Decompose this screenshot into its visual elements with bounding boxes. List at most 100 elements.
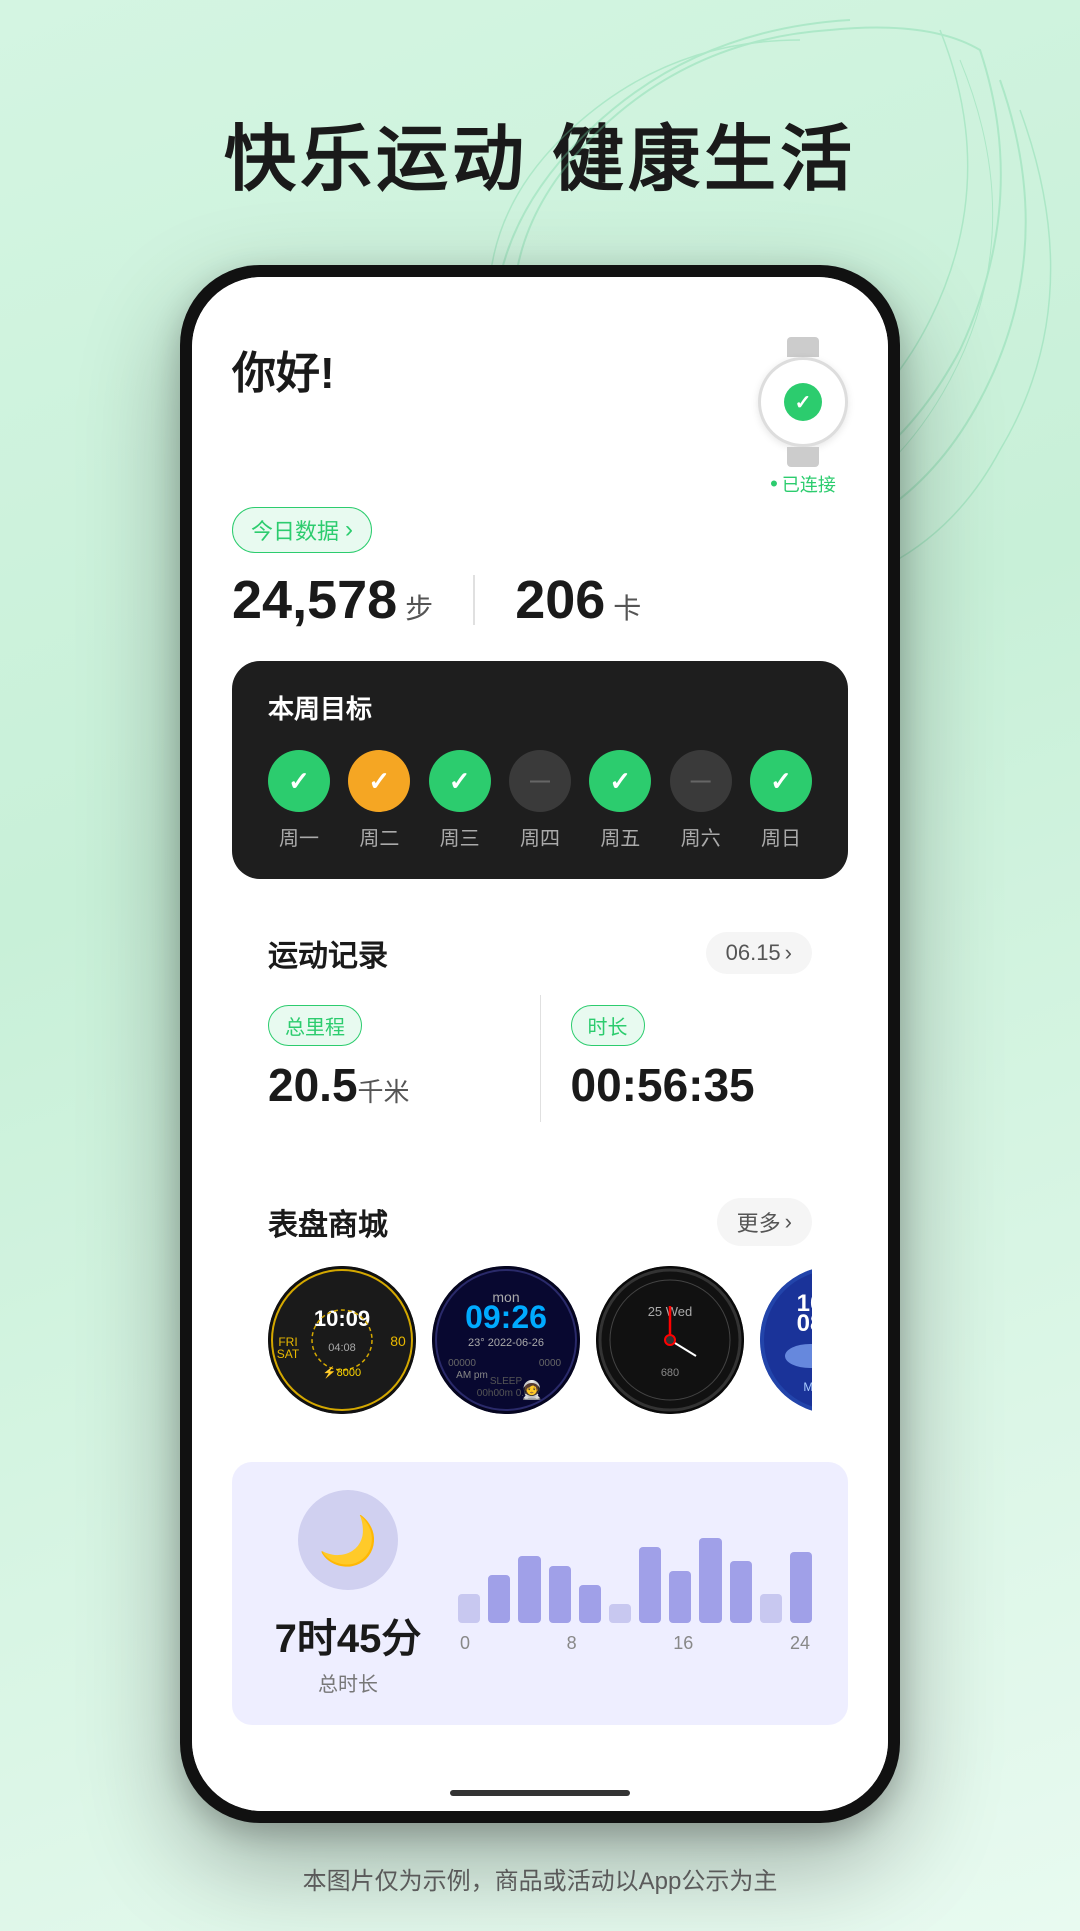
distance-value: 20.5千米 xyxy=(268,1058,510,1112)
watch-face-1-svg: 10:09 FRI SAT 04:08 80 ⚡8000 xyxy=(268,1266,416,1414)
watch-connected-label: 已连接 xyxy=(770,471,836,497)
day-friday-label: 周五 xyxy=(600,822,640,851)
phone-wrapper: 你好! 已连接 今日数据 xyxy=(0,265,1080,1823)
sleep-bar-9 xyxy=(730,1561,752,1622)
phone-mockup: 你好! 已连接 今日数据 xyxy=(180,265,900,1823)
stat-divider xyxy=(473,575,475,625)
duration-label: 时长 xyxy=(571,1005,645,1046)
watch-body xyxy=(758,357,848,447)
watch-face-4[interactable]: 10 08 🚀 MON 08.26 xyxy=(760,1266,812,1414)
days-row: 周一 周二 周三 xyxy=(268,750,812,851)
calories-unit: 卡 xyxy=(613,587,641,627)
day-saturday-circle xyxy=(670,750,732,812)
day-thursday: 周四 xyxy=(509,750,571,851)
svg-text:🧑‍🚀: 🧑‍🚀 xyxy=(521,1379,543,1400)
sleep-bars xyxy=(458,1534,812,1623)
day-thursday-circle xyxy=(509,750,571,812)
watch-check-icon xyxy=(784,383,822,421)
watch-face-2[interactable]: mon 09:26 23° 2022-06-26 00000 0000 AM p… xyxy=(432,1266,580,1414)
svg-text:⚡8000: ⚡8000 xyxy=(323,1366,361,1379)
sleep-bar-7 xyxy=(669,1571,691,1623)
home-bar-line xyxy=(450,1790,630,1796)
exercise-section: 运动记录 06.15 总里程 20.5千米 时长 0 xyxy=(232,903,848,1150)
weekly-title: 本周目标 xyxy=(268,689,812,726)
watch-bottom-strap xyxy=(787,447,819,467)
exercise-title: 运动记录 xyxy=(268,931,388,975)
svg-text:SAT: SAT xyxy=(277,1347,300,1361)
distance-label: 总里程 xyxy=(268,1005,362,1046)
watch-faces-row: 10:09 FRI SAT 04:08 80 ⚡8000 xyxy=(268,1266,812,1414)
day-wednesday-label: 周三 xyxy=(440,822,480,851)
sleep-bar-8 xyxy=(699,1538,721,1623)
store-more[interactable]: 更多 xyxy=(717,1198,812,1246)
day-friday: 周五 xyxy=(589,750,651,851)
watch-face-3-svg: 25 Wed 680 xyxy=(596,1266,744,1414)
steps-stat: 24,578 步 xyxy=(232,569,433,631)
stats-row: 24,578 步 206 卡 xyxy=(232,569,848,631)
watch-widget[interactable]: 已连接 xyxy=(758,337,848,497)
weekly-goals-card: 本周目标 周一 周二 xyxy=(232,661,848,879)
status-bar xyxy=(192,277,888,317)
sleep-bar-11 xyxy=(790,1552,812,1623)
day-tuesday-circle xyxy=(348,750,410,812)
day-wednesday: 周三 xyxy=(429,750,491,851)
sleep-bar-5 xyxy=(609,1604,631,1623)
svg-text:680: 680 xyxy=(661,1367,679,1379)
sleep-bar-2 xyxy=(518,1556,540,1622)
duration-value: 00:56:35 xyxy=(571,1058,813,1112)
calories-value: 206 xyxy=(515,569,605,631)
svg-text:MON 08.26: MON 08.26 xyxy=(803,1380,812,1394)
svg-text:23° 2022-06-26: 23° 2022-06-26 xyxy=(468,1337,544,1349)
svg-text:00000: 00000 xyxy=(448,1358,476,1369)
day-saturday-label: 周六 xyxy=(681,822,721,851)
phone-screen: 你好! 已连接 今日数据 xyxy=(192,277,888,1811)
duration-stat: 时长 00:56:35 xyxy=(571,995,813,1122)
steps-unit: 步 xyxy=(405,587,433,627)
sleep-bar-10 xyxy=(760,1594,782,1622)
today-badge[interactable]: 今日数据 xyxy=(232,507,372,553)
distance-stat: 总里程 20.5千米 xyxy=(268,995,510,1122)
sleep-bar-3 xyxy=(549,1566,571,1623)
exercise-date[interactable]: 06.15 xyxy=(706,932,812,974)
greeting-text: 你好! xyxy=(232,337,335,401)
steps-value: 24,578 xyxy=(232,569,397,631)
watch-face-1[interactable]: 10:09 FRI SAT 04:08 80 ⚡8000 xyxy=(268,1266,416,1414)
svg-text:80: 80 xyxy=(390,1333,406,1349)
sleep-bar-0 xyxy=(458,1594,480,1622)
watch-face-4-svg: 10 08 🚀 MON 08.26 xyxy=(760,1266,812,1414)
app-content: 你好! 已连接 今日数据 xyxy=(192,317,888,1775)
day-saturday: 周六 xyxy=(670,750,732,851)
sleep-bar-6 xyxy=(639,1547,661,1623)
store-title: 表盘商城 xyxy=(268,1200,388,1244)
svg-text:0000: 0000 xyxy=(539,1358,562,1369)
footer-text: 本图片仅为示例，商品或活动以App公示为主 xyxy=(0,1823,1080,1931)
sleep-time-value: 7时45分 xyxy=(275,1606,422,1664)
exercise-stats: 总里程 20.5千米 时长 00:56:35 xyxy=(268,995,812,1122)
store-header: 表盘商城 更多 xyxy=(268,1198,812,1246)
day-thursday-label: 周四 xyxy=(520,822,560,851)
sleep-x-labels: 0 8 16 24 xyxy=(458,1633,812,1654)
day-monday-circle xyxy=(268,750,330,812)
header-section: 你好! 已连接 xyxy=(232,337,848,497)
day-sunday: 周日 xyxy=(750,750,812,851)
page-title: 快乐运动 健康生活 xyxy=(0,0,1080,265)
svg-text:04:08: 04:08 xyxy=(328,1342,356,1354)
day-sunday-circle xyxy=(750,750,812,812)
svg-text:08: 08 xyxy=(797,1310,812,1337)
sleep-chart: 0 8 16 24 xyxy=(458,1534,812,1654)
day-tuesday-label: 周二 xyxy=(359,822,399,851)
sleep-bar-4 xyxy=(579,1585,601,1623)
day-wednesday-circle xyxy=(429,750,491,812)
exercise-header: 运动记录 06.15 xyxy=(268,931,812,975)
svg-text:AM pm: AM pm xyxy=(456,1370,488,1381)
sleep-icon: 🌙 xyxy=(298,1490,398,1590)
greeting-area: 你好! xyxy=(232,337,335,401)
day-friday-circle xyxy=(589,750,651,812)
day-monday-label: 周一 xyxy=(279,822,319,851)
home-bar xyxy=(192,1775,888,1811)
sleep-total-label: 总时长 xyxy=(318,1668,378,1697)
watch-face-3[interactable]: 25 Wed 680 xyxy=(596,1266,744,1414)
svg-text:09:26: 09:26 xyxy=(465,1299,547,1335)
sleep-info: 🌙 7时45分 总时长 xyxy=(268,1490,428,1697)
day-tuesday: 周二 xyxy=(348,750,410,851)
